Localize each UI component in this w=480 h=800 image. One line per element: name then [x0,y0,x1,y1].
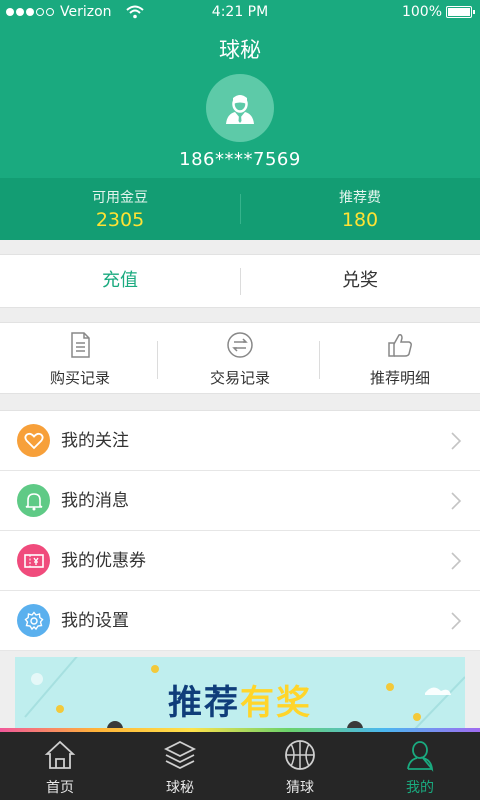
user-phone: 186****7569 [179,149,301,170]
tab-label: 首页 [46,780,74,796]
tab-qiumi[interactable]: 球秘 [120,732,240,800]
avatar[interactable] [206,74,274,142]
tab-label: 球秘 [166,780,194,796]
menu-item-label: 我的设置 [61,611,129,631]
record-label: 交易记录 [209,369,270,387]
tab-bar: 首页 球秘 猜球 我的 [0,728,480,800]
balance-value: 2305 [95,209,145,231]
menu-item-settings[interactable]: 我的设置 [0,591,480,651]
recharge-button[interactable]: 充值 [0,255,240,307]
transaction-records-button[interactable]: 交易记录 [160,323,320,393]
balance-value: 180 [341,209,379,231]
exchange-icon [227,332,253,358]
chevron-right-icon [451,432,462,450]
status-right: 100% [401,4,475,20]
divider [157,341,158,379]
gold-beans-balance[interactable]: 可用金豆 2305 [0,178,240,240]
balance-label: 可用金豆 [92,190,148,206]
tab-label: 猜球 [286,780,314,796]
document-icon [71,332,90,358]
home-icon [44,740,76,769]
coupon-icon [17,544,50,577]
record-label: 购买记录 [49,369,110,387]
profile-header: Verizon 4:21 PM 100% 球秘 186****7569 可用金豆… [0,0,480,240]
bell-icon [17,484,50,517]
menu-item-label: 我的优惠券 [61,551,146,571]
menu-item-follows[interactable]: 我的关注 [0,411,480,471]
gear-icon [17,604,50,637]
tab-bar-stripe [0,728,480,732]
tab-guess[interactable]: 猜球 [240,732,360,800]
status-bar: Verizon 4:21 PM 100% [0,0,480,26]
tab-label: 我的 [406,780,434,796]
tab-home[interactable]: 首页 [0,732,120,800]
chevron-right-icon [451,552,462,570]
referral-details-button[interactable]: 推荐明细 [320,323,480,393]
menu-list: 我的关注 我的消息 我的优惠券 我的设置 [0,410,480,651]
redeem-button[interactable]: 兑奖 [240,255,480,307]
menu-item-label: 我的消息 [61,491,129,511]
menu-item-messages[interactable]: 我的消息 [0,471,480,531]
record-label: 推荐明细 [369,369,430,387]
battery-percent: 100% [401,4,442,20]
balance-label: 推荐费 [339,190,381,206]
thumbs-up-icon [388,334,412,357]
tab-mine[interactable]: 我的 [360,732,480,800]
page-title: 球秘 [219,38,261,62]
chevron-right-icon [451,492,462,510]
balance-row: 可用金豆 2305 推荐费 180 [0,178,480,240]
screen: Verizon 4:21 PM 100% 球秘 186****7569 可用金豆… [0,0,480,800]
basketball-icon [285,740,315,770]
banner-text-part1: 推荐 [168,683,240,723]
menu-item-label: 我的关注 [61,431,129,451]
menu-item-coupons[interactable]: 我的优惠券 [0,531,480,591]
banner-text-part2: 有奖 [240,683,312,723]
records-row: 购买记录 交易记录 推荐明细 [0,322,480,394]
user-icon [407,741,434,772]
layers-icon [163,740,197,770]
referral-fee-balance[interactable]: 推荐费 180 [240,178,480,240]
promo-banner[interactable]: 推荐有奖 [15,657,465,729]
action-row: 充值 兑奖 [0,254,480,308]
heart-icon [17,424,50,457]
battery-icon [446,6,475,18]
purchase-records-button[interactable]: 购买记录 [0,323,160,393]
user-avatar-icon [226,95,254,124]
chevron-right-icon [451,612,462,630]
banner-text: 推荐有奖 [15,675,465,724]
